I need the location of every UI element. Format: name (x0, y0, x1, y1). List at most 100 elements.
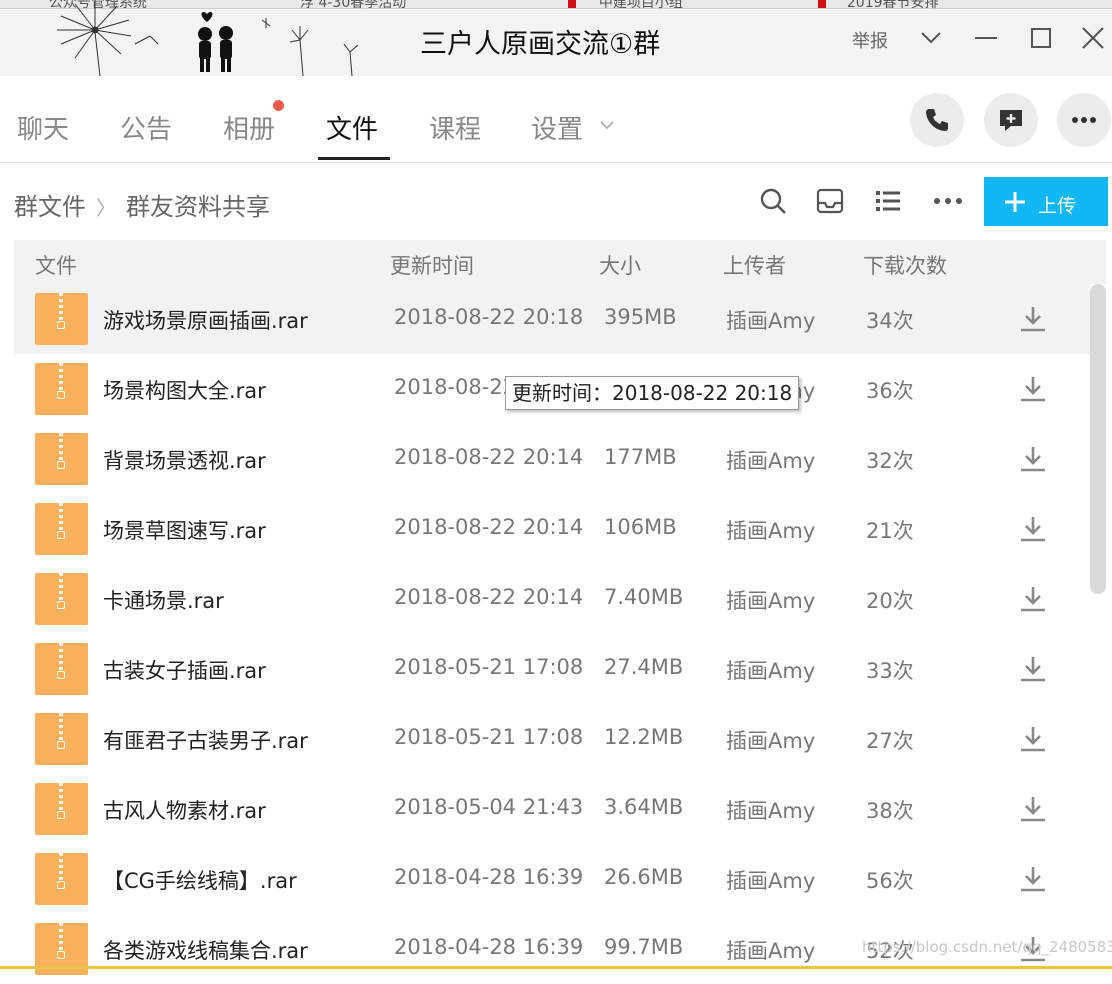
phone-call-button[interactable] (910, 93, 964, 147)
zip-file-icon (35, 713, 88, 765)
file-uploader[interactable]: 插画Amy (726, 935, 815, 965)
download-count: 32次 (866, 449, 914, 473)
column-header-updated[interactable]: 更新时间 (390, 250, 474, 280)
download-icon[interactable] (1018, 584, 1048, 614)
file-uploader[interactable]: 插画Amy (726, 585, 815, 615)
download-count: 38次 (866, 799, 914, 823)
file-size: 12.2MB (604, 725, 684, 749)
download-count: 21次 (866, 519, 914, 543)
dandelion-couple-decoration (57, 0, 359, 76)
file-name[interactable]: 古风人物素材.rar (103, 795, 266, 825)
file-size: 106MB (604, 515, 677, 539)
file-row[interactable]: 游戏场景原画插画.rar 2018-08-22 20:18 395MB 插画Am… (14, 284, 1090, 354)
breadcrumb-current: 群友资料共享 (126, 193, 270, 221)
file-uploader[interactable]: 插画Amy (726, 515, 815, 545)
download-icon[interactable] (1018, 794, 1048, 824)
file-name[interactable]: 有匪君子古装男子.rar (103, 725, 308, 755)
file-updated-time: 2018-05-04 21:43 (394, 795, 584, 819)
download-icon[interactable] (1018, 304, 1048, 334)
download-icon[interactable] (1018, 654, 1048, 684)
file-updated-time: 2018-08-22 20:14 (394, 585, 584, 609)
more-dots-icon (1072, 117, 1096, 123)
file-size: 177MB (604, 445, 677, 469)
breadcrumb: 群文件〉群友资料共享 (14, 187, 270, 222)
download-icon[interactable] (1018, 444, 1048, 474)
file-row[interactable]: 有匪君子古装男子.rar 2018-05-21 17:08 12.2MB 插画A… (14, 704, 1090, 774)
file-uploader[interactable]: 插画Amy (726, 795, 815, 825)
file-updated-time: 2018-08-22 20:18 (394, 305, 584, 329)
file-updated-time: 2018-04-28 16:39 (394, 935, 584, 959)
zip-file-icon (35, 433, 88, 485)
file-row[interactable]: 背景场景透视.rar 2018-08-22 20:14 177MB 插画Amy … (14, 424, 1090, 494)
file-updated-time: 2018-08-22 20:14 (394, 445, 584, 469)
file-name[interactable]: 古装女子插画.rar (103, 655, 266, 685)
minimize-button[interactable] (970, 22, 1002, 54)
file-updated-time: 2018-05-21 17:08 (394, 725, 584, 749)
column-header-downloads[interactable]: 下载次数 (863, 250, 947, 280)
file-size: 7.40MB (604, 585, 684, 609)
download-count: 20次 (866, 589, 914, 613)
close-button[interactable] (1077, 22, 1109, 54)
download-icon[interactable] (1018, 514, 1048, 544)
file-uploader[interactable]: 插画Amy (726, 305, 815, 335)
file-updated-time: 2018-04-28 16:39 (394, 865, 584, 889)
file-size: 99.7MB (604, 935, 684, 959)
report-button[interactable]: 举报 (852, 27, 888, 53)
scrollbar-thumb[interactable] (1090, 284, 1106, 594)
chat-plus-icon (1000, 110, 1022, 131)
tab-announcement[interactable]: 公告 (120, 109, 172, 146)
file-uploader[interactable]: 插画Amy (726, 725, 815, 755)
file-uploader[interactable]: 插画Amy (726, 655, 815, 685)
zip-file-icon (35, 503, 88, 555)
phone-icon (926, 109, 948, 131)
dropdown-chevron-icon[interactable] (915, 22, 947, 54)
download-count: 34次 (866, 309, 914, 333)
file-row[interactable]: 【CG手绘线稿】.rar 2018-04-28 16:39 26.6MB 插画A… (14, 844, 1090, 914)
file-table-header: 文件 更新时间 大小 上传者 下载次数 (14, 240, 1106, 284)
file-uploader[interactable]: 插画Amy (726, 445, 815, 475)
file-row[interactable]: 古装女子插画.rar 2018-05-21 17:08 27.4MB 插画Amy… (14, 634, 1090, 704)
tab-album[interactable]: 相册 (223, 109, 275, 146)
file-name[interactable]: 场景草图速写.rar (103, 515, 266, 545)
search-icon[interactable] (758, 186, 788, 216)
file-name[interactable]: 场景构图大全.rar (103, 375, 266, 405)
download-icon[interactable] (1018, 374, 1048, 404)
more-icon[interactable] (932, 186, 962, 216)
file-name[interactable]: 各类游戏线稿集合.rar (103, 935, 308, 965)
background-tab: ʽ 2019春节安排 (838, 0, 939, 11)
background-tab: ʽ 中建项目小组 (590, 0, 683, 11)
column-header-size[interactable]: 大小 (599, 250, 641, 280)
file-row[interactable]: 古风人物素材.rar 2018-05-04 21:43 3.64MB 插画Amy… (14, 774, 1090, 844)
file-row[interactable]: 场景草图速写.rar 2018-08-22 20:14 106MB 插画Amy … (14, 494, 1090, 564)
file-name[interactable]: 卡通场景.rar (103, 585, 224, 615)
zip-file-icon (35, 293, 88, 345)
upload-button[interactable]: 上传 (984, 177, 1108, 226)
tab-files[interactable]: 文件 (326, 109, 378, 146)
column-header-file[interactable]: 文件 (35, 250, 77, 280)
more-options-button[interactable] (1057, 93, 1111, 147)
new-message-button[interactable] (984, 93, 1038, 147)
download-count: 27次 (866, 729, 914, 753)
tab-chat[interactable]: 聊天 (17, 109, 69, 146)
file-name[interactable]: 【CG手绘线稿】.rar (103, 865, 297, 895)
column-header-uploader[interactable]: 上传者 (723, 250, 786, 280)
settings-chevron-down-icon[interactable] (598, 116, 616, 134)
file-name[interactable]: 背景场景透视.rar (103, 445, 266, 475)
file-size: 26.6MB (604, 865, 684, 889)
file-row[interactable]: 卡通场景.rar 2018-08-22 20:14 7.40MB 插画Amy 2… (14, 564, 1090, 634)
updated-time-tooltip: 更新时间：2018-08-22 20:18 (505, 376, 800, 410)
tab-courses[interactable]: 课程 (429, 109, 481, 146)
download-icon[interactable] (1018, 864, 1048, 894)
download-icon[interactable] (1018, 724, 1048, 754)
window-title: 三户人原画交流①群 (420, 29, 661, 60)
breadcrumb-root[interactable]: 群文件 (14, 193, 86, 221)
plus-icon (1005, 192, 1025, 212)
zip-file-icon (35, 853, 88, 905)
list-view-icon[interactable] (873, 186, 903, 216)
file-uploader[interactable]: 插画Amy (726, 865, 815, 895)
maximize-button[interactable] (1025, 22, 1057, 54)
inbox-icon[interactable] (815, 186, 845, 216)
tab-settings[interactable]: 设置 (531, 109, 583, 146)
download-count: 36次 (866, 379, 914, 403)
file-name[interactable]: 游戏场景原画插画.rar (103, 305, 308, 335)
